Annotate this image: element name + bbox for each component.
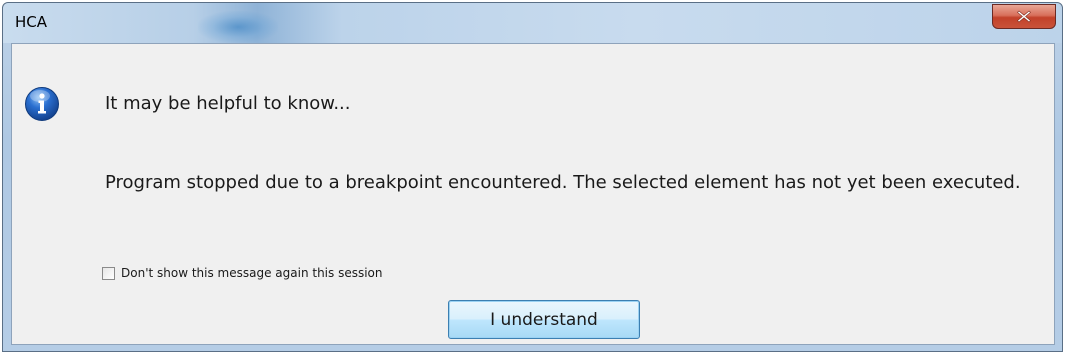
dont-show-again-label[interactable]: Don't show this message again this sessi… (121, 266, 383, 280)
dialog-content: It may be helpful to know... Program sto… (11, 43, 1055, 345)
dialog-message: Program stopped due to a breakpoint enco… (105, 172, 1021, 193)
close-icon (1017, 10, 1031, 23)
close-button[interactable] (992, 4, 1056, 29)
dialog-headline: It may be helpful to know... (105, 93, 351, 114)
dialog-window: HCA It may be helpful to know... Program… (2, 2, 1063, 352)
dont-show-again-checkbox[interactable] (102, 266, 115, 280)
dont-show-again-option[interactable]: Don't show this message again this sessi… (102, 266, 383, 280)
title-bar[interactable]: HCA (3, 3, 1062, 43)
i-understand-button[interactable]: I understand (448, 300, 640, 339)
title-bar-glow (198, 11, 278, 43)
window-title: HCA (15, 13, 48, 31)
info-icon (24, 86, 60, 122)
